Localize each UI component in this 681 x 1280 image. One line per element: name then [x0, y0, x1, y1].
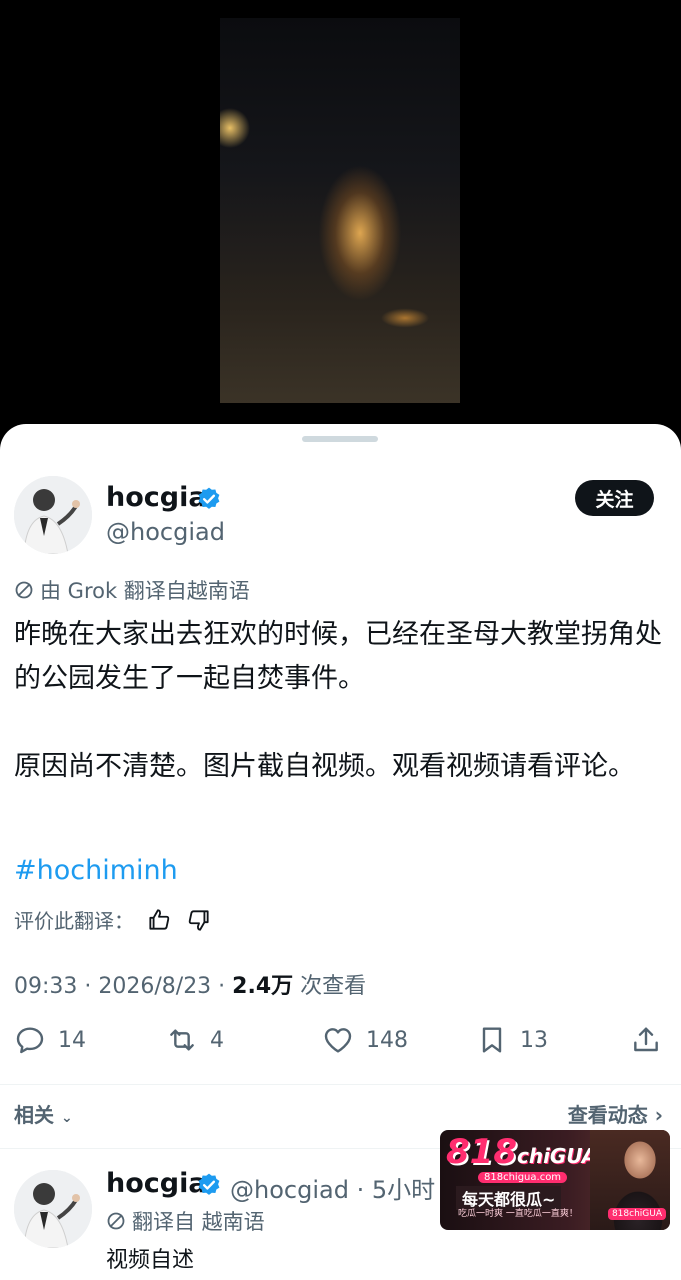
- reply-button[interactable]: 14: [14, 1024, 86, 1056]
- translation-notice[interactable]: 由 Grok 翻译自越南语: [14, 575, 250, 605]
- floating-ad-banner[interactable]: 818chiGUA 818chigua.com 每天都很瓜~ 吃瓜一时爽 一直吃…: [440, 1130, 670, 1230]
- tweet-timestamp[interactable]: 09:33 · 2026/8/23 ·: [14, 974, 232, 999]
- retweet-icon: [170, 1029, 194, 1051]
- activity-label: 查看动态: [567, 1103, 648, 1127]
- reply-avatar[interactable]: [14, 1170, 92, 1248]
- sheet-grabber[interactable]: [302, 436, 378, 442]
- retweet-count: 4: [210, 1027, 224, 1053]
- translate-icon: [107, 1212, 125, 1230]
- tweet-paragraph-2: 原因尚不清楚。图片截自视频。观看视频请看评论。: [14, 751, 635, 782]
- rate-translation: 评价此翻译：: [14, 905, 212, 934]
- reply-icon: [16, 1027, 44, 1054]
- ad-logo-word: chiGUA: [516, 1144, 598, 1168]
- like-icon: [324, 1028, 352, 1053]
- share-button[interactable]: [630, 1024, 662, 1056]
- video-player[interactable]: [0, 0, 681, 445]
- tweet-meta: 09:33 · 2026/8/23 · 2.4万 次查看: [14, 968, 366, 1000]
- related-label: 相关: [14, 1103, 54, 1127]
- follow-button[interactable]: 关注: [575, 480, 654, 516]
- verified-badge-icon: [198, 487, 220, 509]
- view-count: 2.4万: [232, 974, 294, 999]
- share-icon: [634, 1027, 658, 1052]
- reply-count: 14: [58, 1027, 86, 1053]
- translation-label: 由 Grok 翻译自越南语: [40, 579, 250, 603]
- view-label: 次查看: [293, 974, 367, 999]
- ad-logo: 818chiGUA: [446, 1132, 597, 1172]
- ad-badge: 818chiGUA: [607, 1208, 666, 1220]
- ad-subtext: 吃瓜一时爽 一直吃瓜一直爽！: [458, 1209, 578, 1219]
- retweet-button[interactable]: 4: [166, 1024, 224, 1056]
- ad-logo-number: 818: [446, 1132, 517, 1172]
- bookmark-count: 13: [520, 1027, 548, 1053]
- tweet-paragraph-1: 昨晚在大家出去狂欢的时候，已经在圣母大教堂拐角处的公园发生了一起自焚事件。: [14, 619, 662, 694]
- reply-translation-notice[interactable]: 翻译自 越南语: [106, 1206, 265, 1236]
- action-bar: 14 4 148 13: [0, 1024, 681, 1064]
- chevron-right-icon: ›: [654, 1103, 663, 1127]
- view-activity-link[interactable]: 查看动态 ›: [568, 1099, 663, 1128]
- video-frame[interactable]: [220, 18, 460, 403]
- reply-handle-time[interactable]: @hocgiad · 5小时: [230, 1170, 435, 1205]
- related-dropdown[interactable]: 相关 ⌄: [14, 1099, 73, 1128]
- ad-url: 818chigua.com: [478, 1172, 568, 1183]
- like-count: 148: [366, 1027, 408, 1053]
- translate-icon: [15, 581, 33, 599]
- divider: [0, 1084, 681, 1085]
- chevron-down-icon: ⌄: [60, 1110, 73, 1126]
- author-handle[interactable]: @hocgiad: [106, 518, 225, 546]
- avatar[interactable]: [14, 476, 92, 554]
- thumbs-up-icon[interactable]: [146, 907, 172, 933]
- hashtag-link[interactable]: #hochiminh: [14, 855, 178, 886]
- rate-translation-label: 评价此翻译：: [14, 909, 134, 933]
- thumbs-down-icon[interactable]: [186, 907, 212, 933]
- reply-author-name[interactable]: hocgia: [106, 1168, 207, 1199]
- tweet-text: 昨晚在大家出去狂欢的时候，已经在圣母大教堂拐角处的公园发生了一起自焚事件。 原因…: [14, 613, 664, 789]
- bookmark-button[interactable]: 13: [476, 1024, 548, 1056]
- bookmark-icon: [482, 1027, 502, 1053]
- like-button[interactable]: 148: [322, 1024, 408, 1056]
- reply-text: 视频自述: [106, 1248, 195, 1273]
- author-name[interactable]: hocgia: [106, 482, 207, 513]
- verified-badge-icon: [198, 1173, 220, 1195]
- reply-translation-label: 翻译自 越南语: [132, 1210, 265, 1234]
